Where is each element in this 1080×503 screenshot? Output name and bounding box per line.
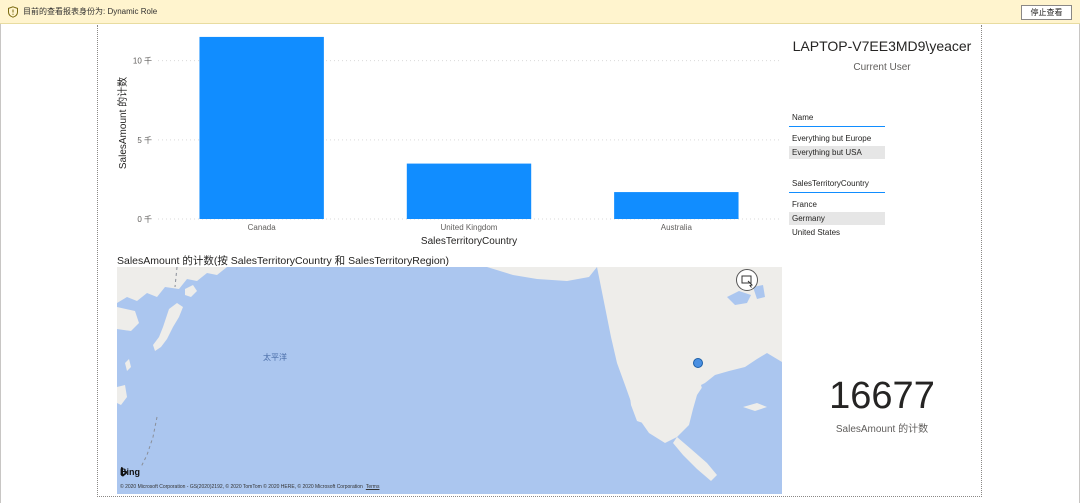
shield-icon	[8, 6, 18, 18]
map-data-point[interactable]	[693, 358, 703, 368]
country-slicer-item[interactable]: United States	[789, 226, 885, 239]
x-axis-ticks: Canada United Kingdom Australia	[248, 223, 693, 232]
name-slicer-item[interactable]: Everything but USA	[789, 146, 885, 159]
country-slicer-item[interactable]: Germany	[789, 212, 885, 225]
sales-count-card: 16677 SalesAmount 的计数	[787, 372, 977, 435]
current-user-card: LAPTOP-V7EE3MD9\yeacer Current User	[787, 38, 977, 73]
bing-logo: Bing	[120, 467, 140, 477]
chart-bars	[199, 36, 739, 219]
banner-message: 目前的查看报表身份为: Dynamic Role	[23, 7, 158, 16]
bar-united-kingdom[interactable]	[406, 163, 532, 219]
focus-mode-icon	[741, 275, 753, 288]
x-tick-label: United Kingdom	[441, 223, 498, 232]
view-as-banner: 目前的查看报表身份为: Dynamic Role 停止查看	[0, 0, 1080, 24]
y-tick-label: 10 千	[133, 56, 152, 66]
bar-australia[interactable]	[614, 192, 739, 219]
bar-canada[interactable]	[199, 36, 324, 219]
map-visual[interactable]: 太平洋 Bing © 2020 Microsoft Corporation - …	[117, 267, 782, 494]
map-copyright-text: © 2020 Microsoft Corporation - GS(2020)2…	[120, 484, 363, 490]
y-tick-label: 0 千	[137, 214, 152, 224]
name-slicer-item[interactable]: Everything but Europe	[789, 132, 885, 145]
canvas-left-border	[0, 24, 1, 503]
country-slicer-item[interactable]: France	[789, 198, 885, 211]
country-slicer-header: SalesTerritoryCountry	[789, 179, 885, 193]
y-axis-title: SalesAmount 的计数	[116, 77, 129, 169]
terms-link[interactable]: Terms	[366, 484, 380, 490]
stop-viewing-button[interactable]: 停止查看	[1021, 5, 1072, 20]
map-copyright: © 2020 Microsoft Corporation - GS(2020)2…	[120, 484, 379, 490]
name-slicer-header: Name	[789, 113, 885, 127]
x-tick-label: Canada	[248, 223, 277, 232]
map-land	[117, 267, 782, 481]
sales-count-value: 16677	[829, 375, 935, 417]
map-title: SalesAmount 的计数(按 SalesTerritoryCountry …	[117, 255, 450, 267]
x-axis-title: SalesTerritoryCountry	[421, 236, 517, 247]
focus-mode-button[interactable]	[736, 269, 758, 291]
current-user-label: Current User	[853, 62, 911, 73]
country-slicer: SalesTerritoryCountry France Germany Uni…	[789, 179, 885, 239]
y-tick-label: 5 千	[137, 135, 152, 145]
map-ocean-label: 太平洋	[263, 353, 287, 362]
y-axis-ticks: 0 千 5 千 10 千	[133, 56, 152, 224]
x-tick-label: Australia	[661, 223, 693, 232]
name-slicer: Name Everything but Europe Everything bu…	[789, 113, 885, 159]
bar-chart[interactable]: 0 千 5 千 10 千 Canada United Kingdom Australia…	[110, 25, 785, 250]
current-user-value: LAPTOP-V7EE3MD9\yeacer	[792, 38, 972, 54]
bing-icon	[121, 467, 127, 477]
sales-count-label: SalesAmount 的计数	[835, 424, 929, 435]
